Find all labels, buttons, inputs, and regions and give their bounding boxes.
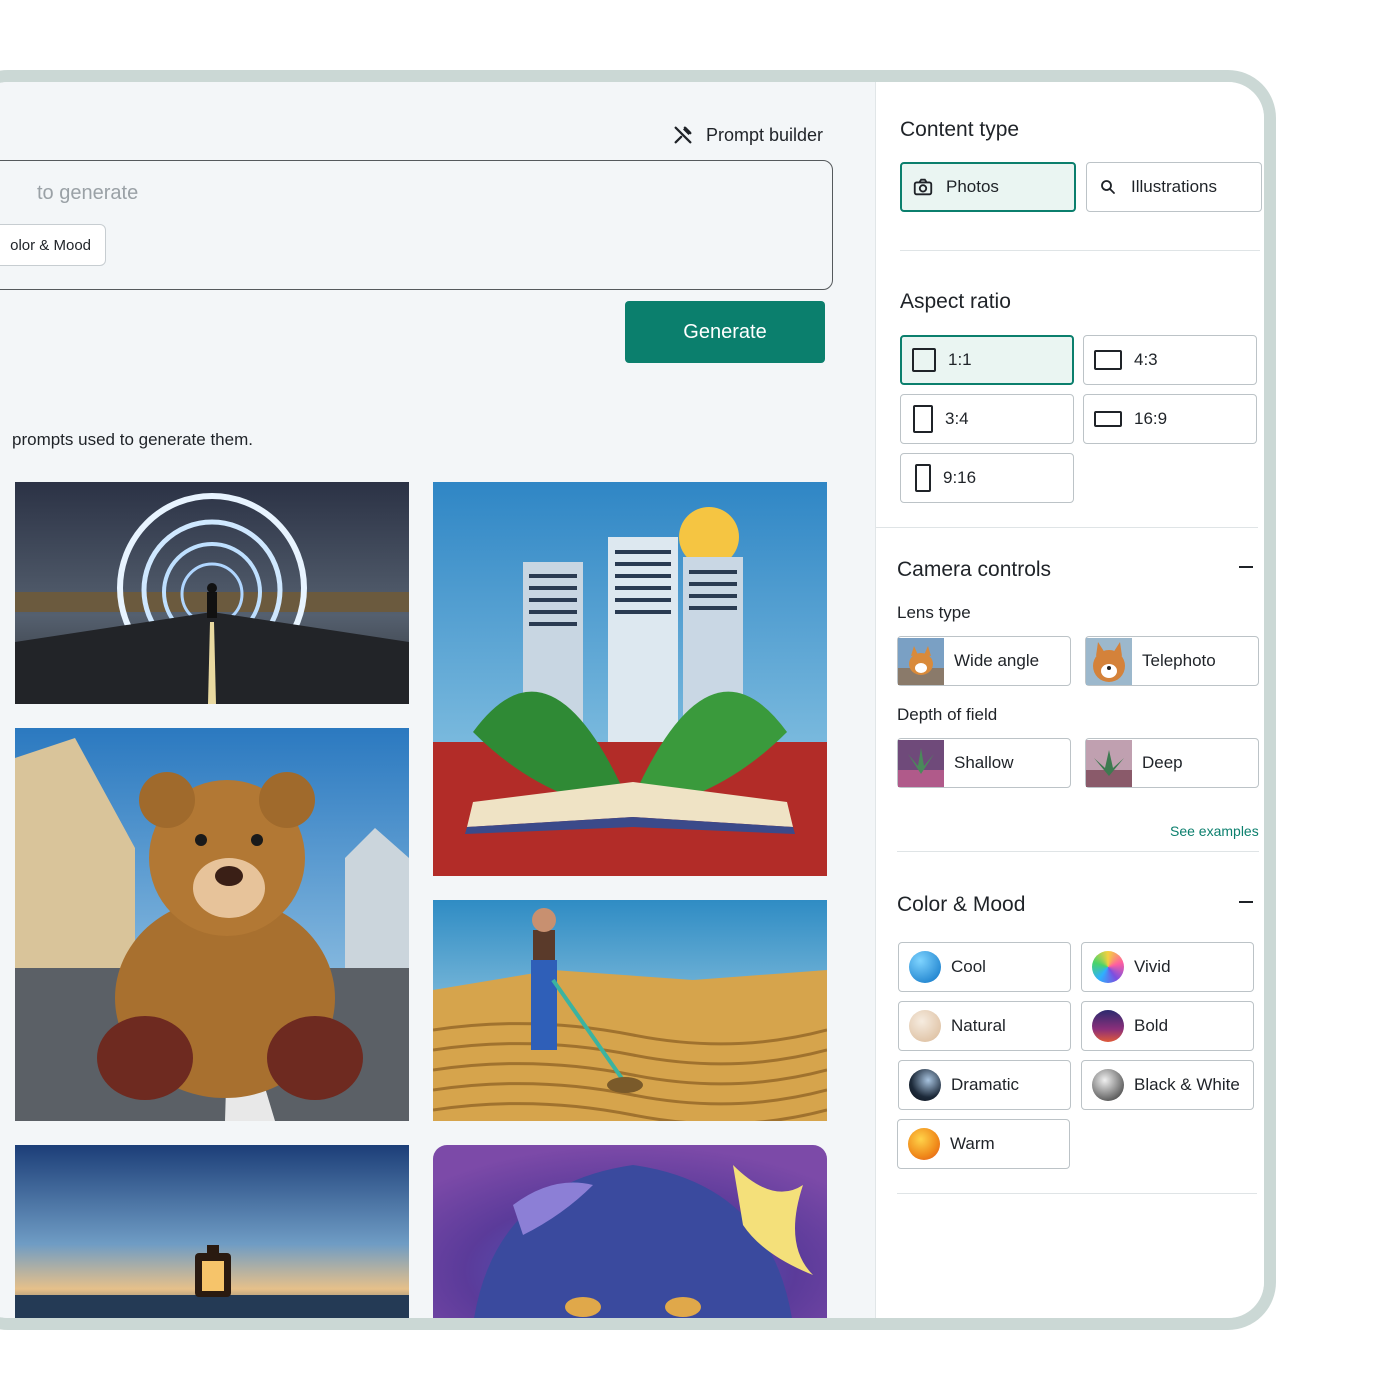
color-mood-title: Color & Mood [897, 893, 1026, 916]
gallery-image-lion[interactable] [433, 1145, 827, 1318]
mood-dramatic[interactable]: Dramatic [898, 1060, 1071, 1110]
lens-telephoto[interactable]: Telephoto [1085, 636, 1259, 686]
tools-icon [674, 126, 692, 144]
content-type-title: Content type [900, 118, 1020, 141]
color-mood-chip[interactable]: olor & Mood [0, 224, 106, 266]
settings-panel: Content type Photos Illustrations Aspect… [875, 82, 1264, 1318]
prompt-builder-link[interactable]: Prompt builder [672, 124, 823, 146]
aspect-ratio-title: Aspect ratio [900, 290, 1011, 313]
cool-swatch-icon [909, 951, 941, 983]
mood-label: Cool [951, 957, 986, 976]
lens-type-label: Lens type [897, 603, 971, 622]
camera-icon [913, 178, 933, 196]
mood-label: Warm [950, 1134, 995, 1153]
mood-label: Bold [1134, 1016, 1169, 1035]
aspect-ratio-1-1[interactable]: 1:1 [900, 335, 1074, 385]
landscape-ratio-icon [1094, 350, 1122, 370]
prompt-builder-label: Prompt builder [706, 124, 824, 145]
main-area: Prompt builder to generate olor & Mood G… [0, 82, 875, 1318]
gallery-image-sunset-lantern[interactable] [15, 1145, 409, 1318]
ratio-label: 1:1 [948, 350, 972, 369]
mood-cool[interactable]: Cool [898, 942, 1071, 992]
divider [897, 1193, 1257, 1194]
mood-black-white[interactable]: Black & White [1081, 1060, 1254, 1110]
mood-natural[interactable]: Natural [898, 1001, 1071, 1051]
gallery-image-teddy-bear[interactable] [15, 728, 409, 1121]
deep-thumbnail [1086, 739, 1132, 787]
see-examples-link[interactable]: See examples [1170, 823, 1259, 839]
divider [897, 851, 1259, 852]
aspect-ratio-16-9[interactable]: 16:9 [1083, 394, 1257, 444]
prompt-placeholder: to generate [37, 182, 139, 204]
camera-controls-title: Camera controls [897, 558, 1052, 581]
device-frame: Prompt builder to generate olor & Mood G… [0, 70, 1276, 1330]
aspect-ratio-4-3[interactable]: 4:3 [1083, 335, 1257, 385]
telephoto-label: Telephoto [1142, 651, 1216, 670]
illustrations-label: Illustrations [1131, 177, 1217, 196]
collapse-camera-controls[interactable] [1239, 566, 1253, 568]
mood-label: Dramatic [951, 1075, 1020, 1094]
wide-angle-thumbnail [898, 637, 944, 685]
vivid-swatch-icon [1092, 951, 1124, 983]
bold-swatch-icon [1092, 1010, 1124, 1042]
natural-swatch-icon [909, 1010, 941, 1042]
content-type-illustrations[interactable]: Illustrations [1086, 162, 1262, 212]
mood-label: Vivid [1134, 957, 1171, 976]
telephoto-thumbnail [1086, 637, 1132, 685]
warm-swatch-icon [908, 1128, 940, 1160]
shallow-label: Shallow [954, 753, 1014, 772]
search-icon [1101, 180, 1115, 194]
prompt-input[interactable] [0, 160, 833, 290]
depth-deep[interactable]: Deep [1085, 738, 1259, 788]
portrait-ratio-icon [913, 405, 933, 433]
aspect-ratio-3-4[interactable]: 3:4 [900, 394, 1074, 444]
gallery-image-desert-sweeper[interactable] [433, 900, 827, 1121]
aspect-ratio-9-16[interactable]: 9:16 [900, 453, 1074, 503]
gallery-image-tunnel[interactable] [15, 482, 409, 704]
lens-wide-angle[interactable]: Wide angle [897, 636, 1071, 686]
photos-label: Photos [946, 177, 999, 196]
mood-label: Black & White [1134, 1075, 1240, 1094]
wide-ratio-icon [1094, 411, 1122, 427]
dramatic-swatch-icon [909, 1069, 941, 1101]
ratio-label: 3:4 [945, 409, 969, 428]
ratio-label: 16:9 [1134, 409, 1168, 428]
divider [900, 250, 1260, 251]
shallow-thumbnail [898, 739, 944, 787]
tall-ratio-icon [915, 464, 931, 492]
mood-vivid[interactable]: Vivid [1081, 942, 1254, 992]
divider [876, 527, 1258, 528]
mood-bold[interactable]: Bold [1081, 1001, 1254, 1051]
gallery-caption: prompts used to generate them. [12, 430, 253, 449]
square-ratio-icon [912, 348, 936, 372]
mood-warm[interactable]: Warm [897, 1119, 1070, 1169]
deep-label: Deep [1142, 753, 1183, 772]
collapse-color-mood[interactable] [1239, 901, 1253, 903]
black-white-swatch-icon [1092, 1069, 1124, 1101]
mood-label: Natural [951, 1016, 1006, 1035]
depth-of-field-label: Depth of field [897, 705, 998, 724]
ratio-label: 4:3 [1134, 350, 1158, 369]
depth-shallow[interactable]: Shallow [897, 738, 1071, 788]
content-type-photos[interactable]: Photos [900, 162, 1076, 212]
generate-button[interactable]: Generate [625, 301, 825, 363]
wide-angle-label: Wide angle [954, 651, 1040, 670]
gallery-image-buildings-book[interactable] [433, 482, 827, 876]
ratio-label: 9:16 [943, 468, 977, 487]
